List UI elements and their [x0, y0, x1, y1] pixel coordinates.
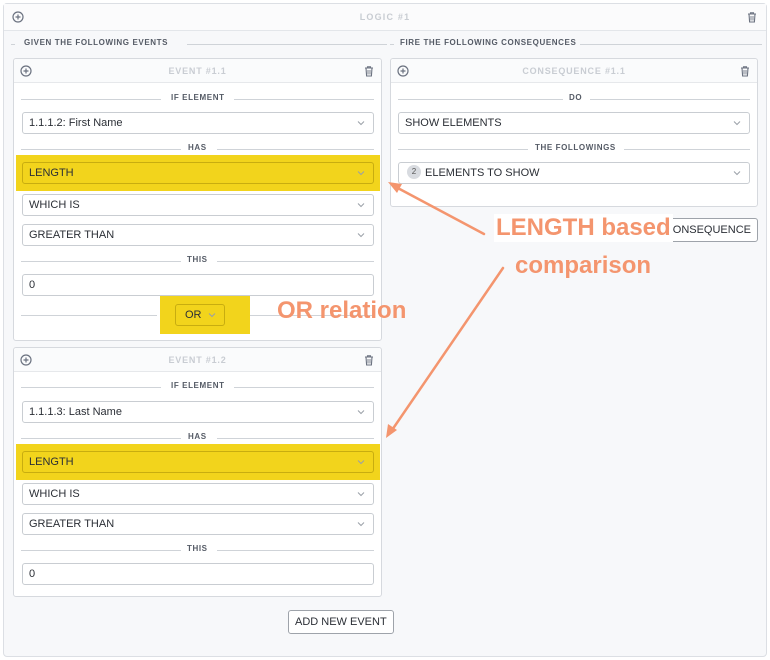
arrow-to-length-2 — [388, 266, 505, 435]
arrowhead-1 — [388, 182, 402, 193]
annotation-length-line1: LENGTH based — [494, 214, 673, 242]
annotation-or: OR relation — [277, 297, 407, 324]
annotation-arrows — [386, 182, 505, 438]
annotation-length-line2: comparison — [515, 252, 652, 279]
arrow-to-length-1 — [392, 184, 486, 236]
